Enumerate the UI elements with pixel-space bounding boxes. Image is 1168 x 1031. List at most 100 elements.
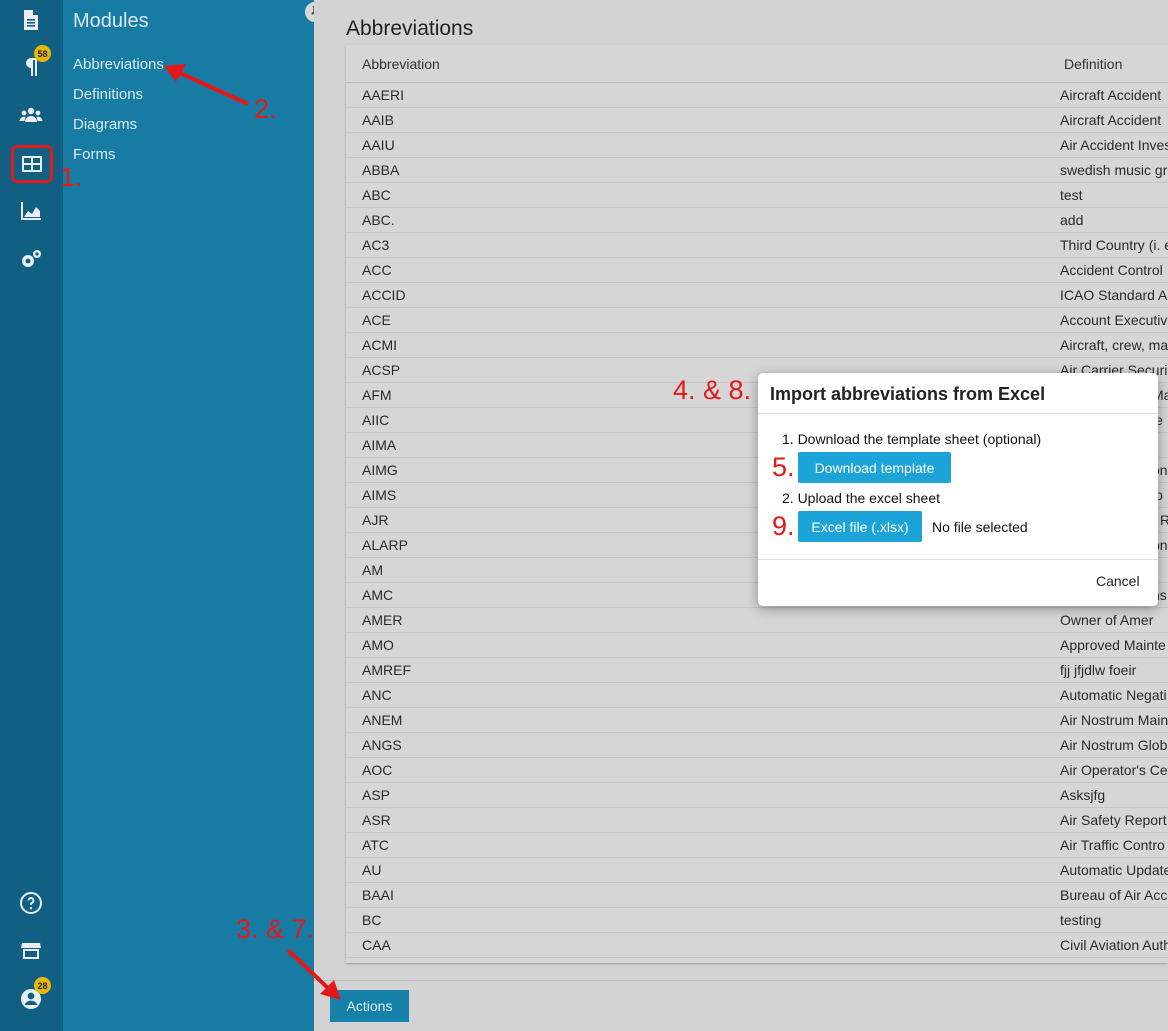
abbreviation-cell: ACSP — [362, 362, 401, 378]
abbreviation-cell: ACC — [362, 262, 392, 278]
abbreviation-cell: AIMG — [362, 462, 398, 478]
table-row[interactable]: ASP Asksjfg — [346, 783, 1168, 808]
definition-cell: Automatic Update — [1060, 862, 1168, 878]
definition-cell: Third Country (i. e — [1060, 237, 1168, 253]
abbreviation-cell: AOC — [362, 762, 393, 778]
table-row[interactable]: ANEM Air Nostrum Main — [346, 708, 1168, 733]
abbreviation-cell: AMC — [362, 587, 394, 603]
abbreviation-cell: ALARP — [362, 537, 408, 553]
definition-cell: Aircraft Accident — [1060, 112, 1162, 128]
annotation-step-2: 2. — [254, 94, 277, 124]
definition-cell: R — [1160, 512, 1168, 528]
chart-icon[interactable] — [15, 195, 47, 227]
document-icon[interactable] — [15, 4, 47, 36]
abbreviation-cell: AM — [362, 562, 383, 578]
module-item-forms[interactable]: Forms — [73, 146, 116, 163]
definition-cell: Air Safety Report — [1060, 812, 1167, 828]
table-row[interactable]: ACCID ICAO Standard Ac — [346, 283, 1168, 308]
modal-title: Import abbreviations from Excel — [770, 384, 1046, 404]
column-header-definition[interactable]: Definition — [1064, 56, 1122, 72]
abbreviation-cell: ABC — [362, 187, 391, 203]
download-template-button[interactable]: Download template — [798, 452, 951, 483]
definition-cell: swedish music gro — [1060, 162, 1168, 178]
paragraph-icon[interactable]: 58 — [15, 45, 51, 83]
definition-cell: Air Traffic Contro — [1060, 837, 1165, 853]
table-row[interactable]: AAIU Air Accident Inves — [346, 133, 1168, 158]
settings-icon[interactable] — [15, 243, 47, 275]
notification-badge: 58 — [34, 45, 51, 62]
table-row[interactable]: ABC test — [346, 183, 1168, 208]
cancel-button[interactable]: Cancel — [1096, 573, 1140, 589]
table-row[interactable]: AAIB Aircraft Accident — [346, 108, 1168, 133]
table-row[interactable]: AMO Approved Mainte — [346, 633, 1168, 658]
abbreviation-cell: ANC — [362, 687, 392, 703]
store-icon[interactable] — [15, 935, 47, 967]
table-row[interactable]: ANGS Air Nostrum Glob — [346, 733, 1168, 758]
help-icon[interactable] — [15, 887, 47, 919]
definition-cell: Bureau of Air Acc — [1060, 887, 1168, 903]
table-row[interactable]: ASR Air Safety Report — [346, 808, 1168, 833]
module-item-definitions[interactable]: Definitions — [73, 86, 143, 103]
actions-button[interactable]: Actions — [330, 990, 409, 1022]
table-row[interactable]: AOC Air Operator's Ce — [346, 758, 1168, 783]
step-2-text: 2. Upload the excel sheet — [782, 490, 940, 506]
excel-file-button[interactable]: Excel file (.xlsx) — [798, 511, 922, 542]
abbreviation-cell: ATC — [362, 837, 389, 853]
annotation-step-3-7: 3. & 7. — [236, 914, 315, 944]
definition-cell: fjj jfjdlw foeir — [1060, 662, 1137, 678]
table-row[interactable]: ACMI Aircraft, crew, ma — [346, 333, 1168, 358]
table-row[interactable]: ANC Automatic Negati — [346, 683, 1168, 708]
definition-cell: Automatic Negati — [1060, 687, 1167, 703]
table-row[interactable]: AMER Owner of Amer — [346, 608, 1168, 633]
table-row[interactable]: ACE Account Executive — [346, 308, 1168, 333]
definition-cell: Air Accident Inves — [1060, 137, 1168, 153]
module-item-diagrams[interactable]: Diagrams — [73, 116, 137, 133]
definition-cell: testing — [1060, 912, 1102, 928]
icon-rail: 58 28 — [0, 0, 63, 1031]
abbreviation-cell: ASR — [362, 812, 391, 828]
abbreviation-cell: AAERI — [362, 87, 405, 103]
column-header-abbreviation[interactable]: Abbreviation — [362, 56, 440, 72]
annotation-step-5: 5. — [772, 452, 795, 482]
module-item-abbreviations[interactable]: Abbreviations — [73, 56, 164, 73]
table-row[interactable]: BC testing — [346, 908, 1168, 933]
abbreviation-cell: AMREF — [362, 662, 411, 678]
user-account-icon[interactable]: 28 — [15, 977, 51, 1015]
modules-grid-icon[interactable] — [11, 145, 53, 183]
step-1-text: 1. Download the template sheet (optional… — [782, 431, 1042, 447]
abbreviation-cell: AMER — [362, 612, 403, 628]
abbreviation-cell: AIMS — [362, 487, 397, 503]
definition-cell: Aircraft, crew, ma — [1060, 337, 1168, 353]
table-row[interactable]: ACC Accident Control — [346, 258, 1168, 283]
abbreviation-cell: CAA — [362, 937, 391, 953]
notification-badge: 28 — [34, 977, 51, 994]
definition-cell: Owner of Amer — [1060, 612, 1154, 628]
table-row[interactable]: AAERI Aircraft Accident — [346, 83, 1168, 108]
annotation-step-1: 1. — [60, 162, 83, 192]
abbreviation-cell: AC3 — [362, 237, 390, 253]
definition-cell: Accident Control — [1060, 262, 1163, 278]
table-row[interactable]: AC3 Third Country (i. e — [346, 233, 1168, 258]
table-row[interactable]: AMREF fjj jfjdlw foeir — [346, 658, 1168, 683]
modal-divider — [758, 559, 1158, 560]
table-row[interactable]: CAA Civil Aviation Auth — [346, 933, 1168, 958]
definition-cell: Account Executive — [1060, 312, 1168, 328]
modules-title: Modules — [73, 10, 149, 32]
table-row[interactable]: ABBA swedish music gro — [346, 158, 1168, 183]
table-row[interactable]: BAAI Bureau of Air Acc — [346, 883, 1168, 908]
abbreviation-cell: AAIU — [362, 137, 395, 153]
table-row[interactable]: ATC Air Traffic Contro — [346, 833, 1168, 858]
definition-cell: Civil Aviation Auth — [1060, 937, 1168, 953]
table-row[interactable]: AU Automatic Update — [346, 858, 1168, 883]
table-row[interactable]: ABC. add — [346, 208, 1168, 233]
table-header: Abbreviation Definition — [346, 45, 1168, 83]
abbreviation-cell: ASP — [362, 787, 391, 803]
users-icon[interactable] — [15, 99, 47, 131]
abbreviation-cell: AMO — [362, 637, 394, 653]
import-modal: Import abbreviations from Excel 1. Downl… — [758, 373, 1158, 606]
abbreviation-cell: ANEM — [362, 712, 403, 728]
definition-cell: ICAO Standard Ac — [1060, 287, 1168, 303]
page-title: Abbreviations — [346, 17, 474, 40]
abbreviation-cell: AJR — [362, 512, 389, 528]
footer-divider — [314, 980, 1168, 981]
